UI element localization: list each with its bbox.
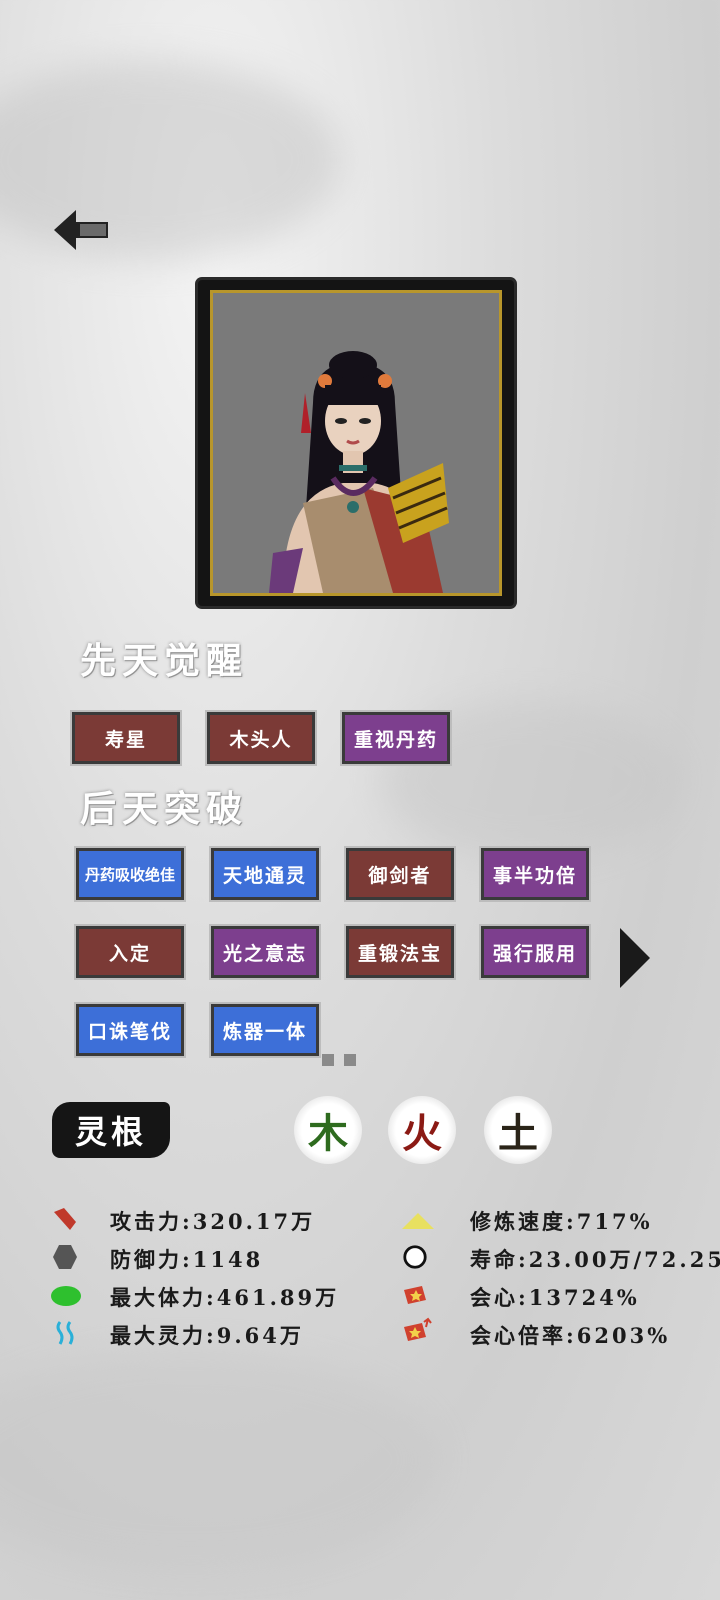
tag-label: 事半功倍: [492, 864, 577, 887]
tag-label: 重视丹药: [353, 728, 438, 751]
breakthrough-tag[interactable]: 口诛笔伐: [74, 1002, 186, 1058]
tag-label: 御剑者: [368, 864, 432, 887]
stat-attack: 攻击力:320.17万: [110, 1209, 316, 1234]
element-char: 木: [308, 1110, 348, 1157]
awakening-tag[interactable]: 重视丹药: [340, 710, 452, 766]
character-portrait: [210, 290, 502, 596]
breakthrough-tag[interactable]: 炼器一体: [209, 1002, 321, 1058]
stat-lifespan: 寿命:23.00万/72.25万: [470, 1247, 720, 1272]
stat-critical: 会心:13724%: [470, 1285, 640, 1310]
breakthrough-tag[interactable]: 重锻法宝: [344, 924, 456, 980]
stat-max-hp: 最大体力:461.89万: [110, 1285, 340, 1310]
element-wood: 木: [294, 1096, 362, 1164]
shield-icon: [52, 1244, 78, 1270]
element-earth: 土: [484, 1096, 552, 1164]
tag-label: 强行服用: [492, 942, 577, 965]
breakthrough-tag[interactable]: 光之意志: [209, 924, 321, 980]
back-button[interactable]: [52, 208, 112, 252]
breakthrough-tag[interactable]: 入定: [74, 924, 186, 980]
breakthrough-tag[interactable]: 强行服用: [479, 924, 591, 980]
awakening-tag[interactable]: 寿星: [70, 710, 182, 766]
tag-label: 丹药吸收绝佳: [84, 865, 175, 884]
breakthrough-tag[interactable]: 丹药吸收绝佳: [74, 846, 186, 902]
awakening-tag[interactable]: 木头人: [205, 710, 317, 766]
character-portrait-frame: [198, 280, 514, 606]
cultivation-triangle-icon: [400, 1208, 436, 1234]
page-indicator-dot: [344, 1054, 356, 1066]
stat-critical-multiplier: 会心倍率:6203%: [470, 1323, 671, 1348]
element-fire: 火: [388, 1096, 456, 1164]
element-char: 火: [402, 1110, 442, 1157]
sword-red-icon: [52, 1206, 78, 1232]
element-char: 土: [498, 1110, 538, 1157]
tag-label: 重锻法宝: [357, 942, 442, 965]
innate-awakening-title: 先天觉醒: [80, 640, 249, 682]
tag-label: 入定: [108, 942, 151, 965]
breakthrough-tag[interactable]: 御剑者: [344, 846, 456, 902]
lifespan-circle-icon: [402, 1244, 428, 1270]
crit-multiplier-icon: [400, 1317, 432, 1344]
tag-label: 天地通灵: [222, 864, 307, 887]
breakthrough-tag[interactable]: 事半功倍: [479, 846, 591, 902]
page-indicator-dot: [322, 1054, 334, 1066]
tag-label: 口诛笔伐: [87, 1020, 172, 1043]
next-page-arrow-icon[interactable]: [620, 928, 650, 988]
character-illustration: [269, 351, 449, 593]
ink-cloud-decoration: [0, 1350, 440, 1570]
spirit-wave-icon: [54, 1320, 80, 1346]
breakthrough-tag[interactable]: 天地通灵: [209, 846, 321, 902]
spirit-root-label: 灵根: [52, 1102, 170, 1158]
stat-defense: 防御力:1148: [110, 1247, 264, 1272]
acquired-breakthrough-title: 后天突破: [80, 788, 249, 830]
tag-label: 炼器一体: [222, 1020, 307, 1043]
back-arrow-icon: [54, 210, 108, 250]
heart-green-icon: [50, 1282, 82, 1308]
crit-star-icon: [400, 1282, 430, 1308]
stat-max-spirit: 最大灵力:9.64万: [110, 1323, 304, 1348]
ink-cloud-decoration: [0, 60, 340, 260]
tag-label: 光之意志: [222, 942, 307, 965]
tag-label: 寿星: [104, 728, 147, 751]
tag-label: 木头人: [229, 728, 293, 751]
stat-cultivation-speed: 修炼速度:717%: [470, 1209, 653, 1234]
